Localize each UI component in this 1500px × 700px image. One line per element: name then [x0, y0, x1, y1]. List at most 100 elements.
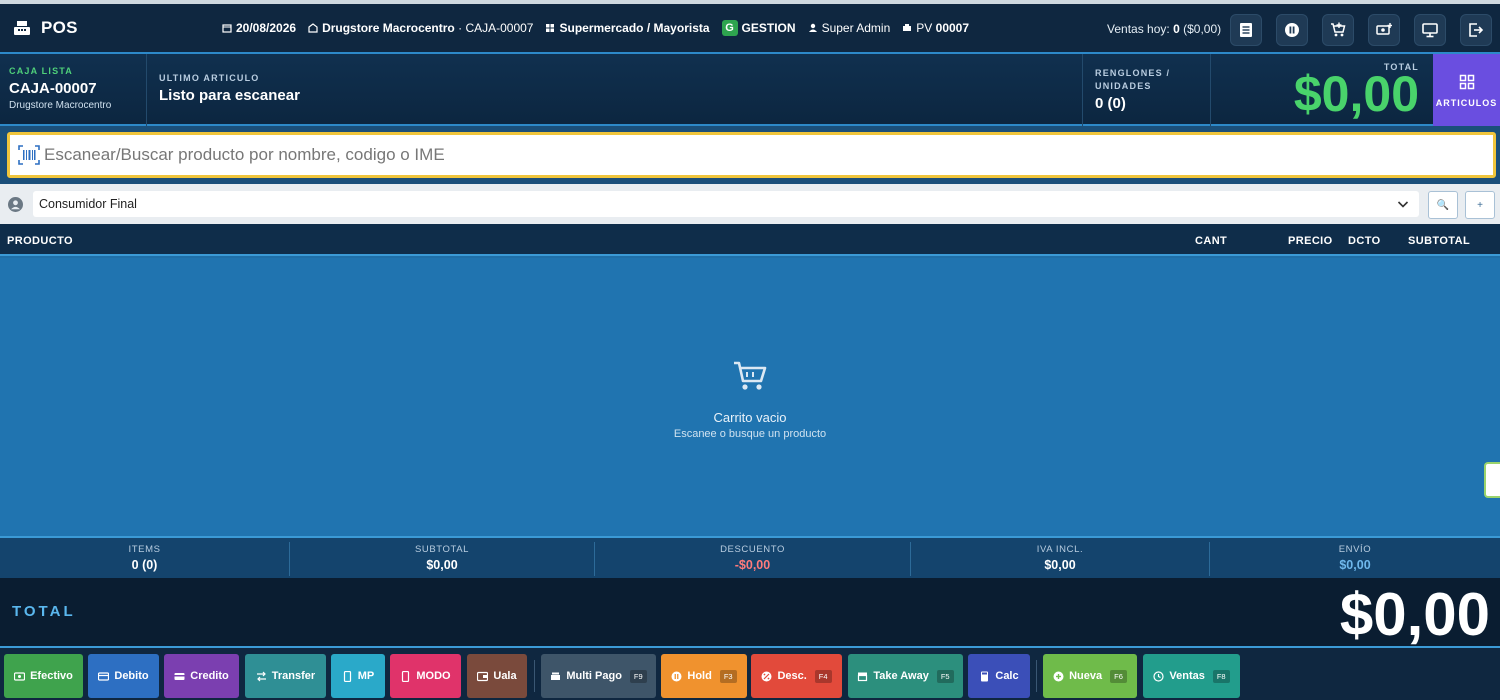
divider	[1036, 660, 1037, 692]
header-store: Drugstore Macrocentro · CAJA-00007	[308, 21, 533, 35]
credito-button[interactable]: Credito	[164, 654, 239, 698]
phone-icon	[402, 670, 410, 682]
cart-icon	[734, 361, 767, 390]
pause-icon	[1285, 23, 1299, 37]
action-bar: Efectivo Debito Credito Transfer MP MODO…	[0, 648, 1500, 700]
list-button[interactable]	[1230, 14, 1262, 46]
cart-add-button[interactable]	[1322, 14, 1354, 46]
discount-button[interactable]: Desc. F4	[751, 654, 842, 698]
last-item-label: ULTIMO ARTICULO	[159, 73, 260, 83]
efectivo-button[interactable]: Efectivo	[4, 654, 83, 698]
cash-add-button[interactable]	[1368, 14, 1400, 46]
last-item-panel: ULTIMO ARTICULO Listo para escanear	[147, 54, 1083, 126]
hold-button[interactable]: Hold F3	[661, 654, 747, 698]
calc-button[interactable]: Calc	[968, 654, 1030, 698]
takeaway-button[interactable]: Take Away F5	[848, 654, 963, 698]
multipago-button[interactable]: Multi Pago F9	[541, 654, 656, 698]
search-area	[0, 126, 1500, 184]
articulos-button[interactable]: ARTICULOS	[1433, 54, 1500, 128]
cash-icon	[14, 671, 26, 681]
cash-add-icon	[1376, 23, 1392, 35]
grid-icon	[546, 24, 555, 32]
summary-descuento: DESCUENTO -$0,00	[595, 542, 911, 576]
shop-icon	[858, 672, 868, 681]
summary-subtotal: SUBTOTAL $0,00	[290, 542, 595, 576]
gestion-link[interactable]: G GESTION	[721, 20, 796, 36]
pause-button[interactable]	[1276, 14, 1308, 46]
last-item-value: Listo para escanear	[159, 87, 300, 104]
info-strip: CAJA LISTA CAJA-00007 Drugstore Macrocen…	[0, 52, 1500, 128]
col-subtotal: SUBTOTAL	[1408, 235, 1471, 247]
mp-button[interactable]: MP	[331, 654, 385, 698]
calendar-icon	[222, 24, 232, 33]
top-total-panel: TOTAL $0,00	[1211, 54, 1431, 126]
col-dcto: DCTO	[1348, 235, 1381, 247]
summary-bar: ITEMS 0 (0) SUBTOTAL $0,00 DESCUENTO -$0…	[0, 536, 1500, 578]
customer-select[interactable]: Consumidor Final	[33, 191, 1419, 217]
col-producto: PRODUCTO	[7, 235, 73, 247]
shortcut-f4: F4	[814, 669, 832, 683]
header-meta: 20/08/2026 Drugstore Macrocentro · CAJA-…	[222, 20, 981, 36]
col-precio: PRECIO	[1288, 235, 1333, 247]
uala-button[interactable]: Uala	[467, 654, 527, 698]
app-title: POS	[41, 18, 78, 37]
caja-panel: CAJA LISTA CAJA-00007 Drugstore Macrocen…	[0, 54, 147, 126]
shortcut-f8: F8	[1212, 669, 1230, 683]
caja-name: CAJA-00007	[9, 80, 97, 97]
customer-row: Consumidor Final 🔍 +	[0, 184, 1500, 224]
top-total-value: $0,00	[1293, 66, 1419, 122]
grid-icon	[1459, 74, 1474, 90]
grand-total-label: TOTAL	[12, 603, 76, 620]
phone-icon	[343, 670, 351, 682]
register-icon	[14, 21, 30, 35]
gestion-badge: G	[721, 20, 738, 36]
search-box[interactable]	[7, 132, 1496, 178]
grand-total-value: $0,00	[1339, 581, 1490, 648]
plus-circle-icon	[1053, 671, 1064, 681]
customer-search-button[interactable]: 🔍	[1428, 191, 1458, 219]
transfer-button[interactable]: Transfer	[245, 654, 326, 698]
modo-button[interactable]: MODO	[390, 654, 461, 698]
pause-icon	[671, 671, 682, 681]
transfer-icon	[256, 671, 266, 681]
header-caja-code: · CAJA-00007	[458, 21, 534, 35]
stack-icon	[551, 672, 561, 680]
summary-items: ITEMS 0 (0)	[0, 542, 290, 576]
ventas-hoy: Ventas hoy: 0 ($0,00)	[1107, 22, 1222, 36]
renglones-value: 0 (0)	[1095, 95, 1126, 112]
articulos-label: ARTICULOS	[1435, 98, 1498, 108]
card-icon	[98, 671, 110, 681]
monitor-button[interactable]	[1414, 14, 1446, 46]
customer-add-button[interactable]: +	[1465, 191, 1495, 219]
debito-button[interactable]: Debito	[88, 654, 159, 698]
summary-envio: ENVÍO $0,00	[1338, 544, 1372, 572]
logout-button[interactable]	[1460, 14, 1492, 46]
search-input[interactable]	[44, 145, 1493, 165]
list-icon	[1240, 23, 1252, 37]
shortcut-f6: F6	[1110, 669, 1127, 683]
shortcut-f3: F3	[719, 669, 737, 683]
side-widget-tab[interactable]	[1484, 462, 1500, 498]
cart-add-icon	[1331, 22, 1346, 37]
search-icon: 🔍	[1436, 199, 1450, 211]
monitor-icon	[1422, 23, 1438, 38]
chevron-down-icon	[1397, 201, 1409, 208]
caja-status: CAJA LISTA	[9, 66, 74, 76]
plus-icon: +	[1477, 199, 1483, 211]
wallet-icon	[477, 671, 489, 681]
user-icon	[808, 23, 817, 32]
col-cant: CANT	[1195, 235, 1228, 247]
printer-icon	[903, 24, 912, 31]
store-icon	[308, 23, 318, 33]
summary-iva: IVA INCL. $0,00	[911, 542, 1210, 576]
nueva-button[interactable]: Nueva F6	[1043, 654, 1137, 698]
cart-table-header: PRODUCTO CANT PRECIO DCTO SUBTOTAL	[0, 224, 1500, 256]
shortcut-f9: F9	[629, 669, 647, 683]
header-date: 20/08/2026	[222, 21, 296, 35]
renglones-panel: RENGLONES / UNIDADES 0 (0)	[1083, 54, 1211, 126]
renglones-label: RENGLONES / UNIDADES	[1095, 68, 1171, 91]
ventas-button[interactable]: Ventas F8	[1143, 654, 1240, 698]
header-mode: Supermercado / Mayorista	[545, 21, 710, 35]
percent-badge-icon	[761, 671, 772, 681]
brand: POS	[12, 18, 212, 38]
